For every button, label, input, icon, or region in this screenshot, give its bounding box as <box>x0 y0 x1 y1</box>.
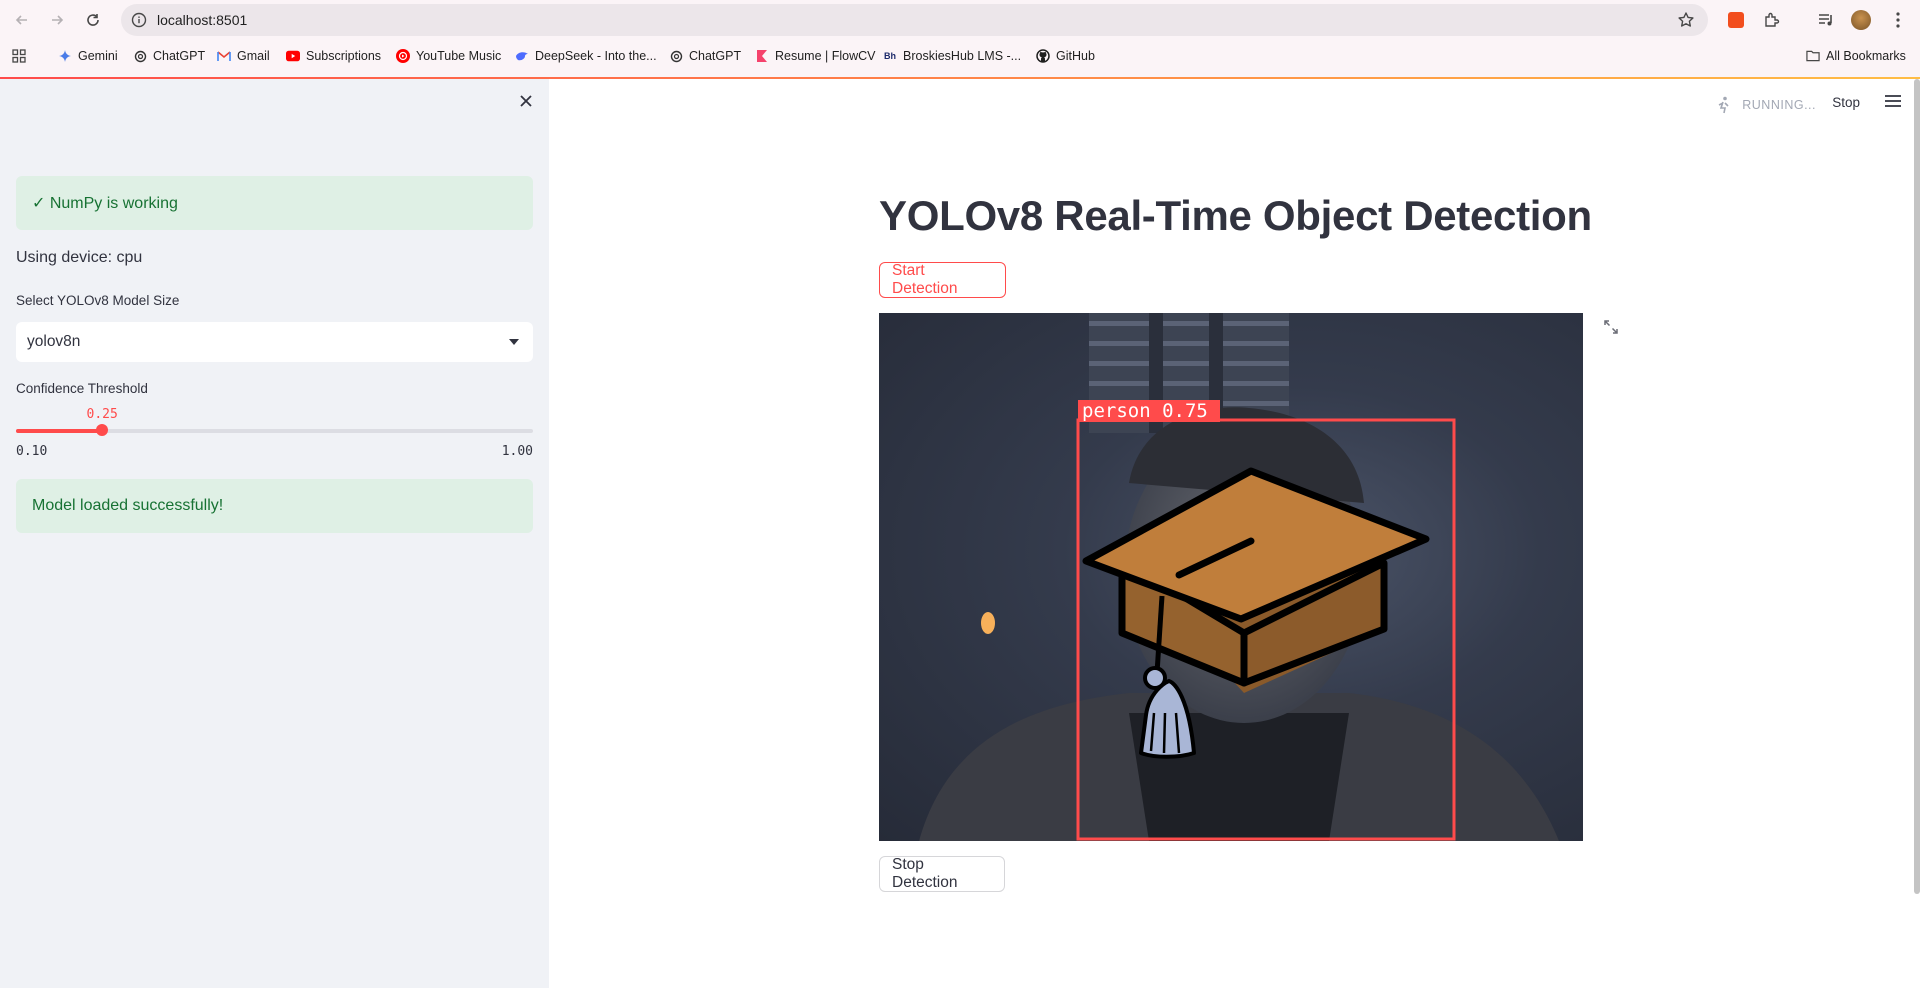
main-content: RUNNING... Stop YOLOv8 Real-Time Object … <box>549 79 1920 988</box>
bookmark-broskieshub[interactable]: Bh BroskiesHub LMS -... <box>883 46 1021 66</box>
detection-label: person 0.75 <box>1082 400 1208 422</box>
webcam-feed: person 0.75 <box>879 313 1583 841</box>
bookmark-label: YouTube Music <box>416 49 502 63</box>
model-size-value: yolov8n <box>27 333 81 350</box>
deepseek-icon <box>515 49 529 63</box>
bookmark-label: Resume | FlowCV <box>775 49 876 63</box>
broskieshub-icon: Bh <box>884 51 896 61</box>
bookmark-label: ChatGPT <box>153 49 206 63</box>
folder-icon <box>1806 49 1820 63</box>
bookmark-gemini[interactable]: Gemini <box>58 46 118 66</box>
chatgpt-icon <box>669 49 683 63</box>
bookmark-label: ChatGPT <box>689 49 742 63</box>
slider-max-label: 1.00 <box>501 444 533 459</box>
site-info-icon[interactable] <box>129 10 149 30</box>
close-sidebar-icon[interactable] <box>516 91 536 111</box>
bookmark-label: BroskiesHub LMS -... <box>903 49 1022 63</box>
youtube-music-icon <box>396 49 410 63</box>
all-bookmarks-label: All Bookmarks <box>1826 49 1906 63</box>
model-size-label: Select YOLOv8 Model Size <box>16 293 180 308</box>
sidebar: ✓ NumPy is working Using device: cpu Sel… <box>0 79 549 988</box>
running-status: RUNNING... <box>1714 95 1816 115</box>
reload-icon[interactable] <box>81 8 105 32</box>
flowcv-icon <box>755 49 769 63</box>
extension-app-icon[interactable] <box>1724 8 1748 32</box>
start-detection-button[interactable]: Start Detection <box>879 262 1006 298</box>
running-person-icon <box>1718 96 1729 114</box>
model-loaded-alert: Model loaded successfully! <box>16 479 533 533</box>
bookmark-gmail[interactable]: Gmail <box>217 46 270 66</box>
bookmark-youtube-music[interactable]: YouTube Music <box>396 46 501 66</box>
lamp-glow <box>981 612 995 634</box>
scrollbar[interactable] <box>1914 79 1920 894</box>
gemini-icon <box>58 49 72 63</box>
numpy-status-alert: ✓ NumPy is working <box>16 176 533 230</box>
slider-value: 0.25 <box>86 407 118 422</box>
webcam-frame-image: person 0.75 <box>919 313 1559 841</box>
model-size-select[interactable]: yolov8n <box>16 322 533 362</box>
running-text: RUNNING... <box>1742 98 1816 112</box>
chevron-down-icon <box>509 339 519 345</box>
confidence-slider[interactable]: 0.25 <box>16 407 533 436</box>
all-bookmarks[interactable]: All Bookmarks <box>1806 46 1906 66</box>
bookmark-label: DeepSeek - Into the... <box>535 49 657 63</box>
gmail-icon <box>217 49 231 63</box>
confidence-label: Confidence Threshold <box>16 381 148 396</box>
bookmark-subscriptions[interactable]: Subscriptions <box>286 46 381 66</box>
bookmark-github[interactable]: GitHub <box>1036 46 1095 66</box>
stop-app-button[interactable]: Stop <box>1832 95 1860 110</box>
extensions-puzzle-icon[interactable] <box>1760 8 1784 32</box>
fullscreen-expand-icon[interactable] <box>1603 319 1619 335</box>
youtube-icon <box>286 49 300 63</box>
browser-menu-icon[interactable] <box>1886 8 1910 32</box>
slider-thumb[interactable] <box>96 424 109 436</box>
chatgpt-icon <box>133 49 147 63</box>
numpy-status-text: ✓ NumPy is working <box>32 195 178 212</box>
model-loaded-text: Model loaded successfully! <box>32 497 224 514</box>
browser-chrome: localhost:8501 Gemini ChatGPT Gmail Subs… <box>0 0 1920 79</box>
bookmark-flowcv[interactable]: Resume | FlowCV <box>755 46 876 66</box>
bookmark-label: Subscriptions <box>306 49 382 63</box>
address-bar[interactable]: localhost:8501 <box>121 4 1708 36</box>
bookmarks-bar: Gemini ChatGPT Gmail Subscriptions YouTu… <box>0 43 1920 69</box>
stop-detection-button[interactable]: Stop Detection <box>879 856 1005 892</box>
bookmark-chatgpt-2[interactable]: ChatGPT <box>669 46 741 66</box>
bookmark-label: Gemini <box>78 49 118 63</box>
bookmark-label: Gmail <box>237 49 270 63</box>
bookmark-deepseek[interactable]: DeepSeek - Into the... <box>515 46 657 66</box>
browser-toolbar: localhost:8501 <box>0 0 1920 40</box>
bookmark-star-icon[interactable] <box>1676 10 1696 35</box>
hamburger-menu-icon[interactable] <box>1884 93 1904 111</box>
slider-fill <box>16 429 103 433</box>
apps-grid-icon[interactable] <box>12 46 26 66</box>
bookmark-label: GitHub <box>1056 49 1095 63</box>
url-text: localhost:8501 <box>157 12 248 28</box>
forward-arrow-icon[interactable] <box>45 8 69 32</box>
slider-min-label: 0.10 <box>16 444 48 459</box>
profile-avatar[interactable] <box>1849 8 1873 32</box>
page-title: YOLOv8 Real-Time Object Detection <box>879 192 1592 239</box>
bookmark-chatgpt[interactable]: ChatGPT <box>133 46 205 66</box>
github-icon <box>1036 49 1050 63</box>
back-arrow-icon[interactable] <box>10 8 34 32</box>
device-info: Using device: cpu <box>16 249 143 266</box>
media-control-icon[interactable] <box>1814 8 1838 32</box>
